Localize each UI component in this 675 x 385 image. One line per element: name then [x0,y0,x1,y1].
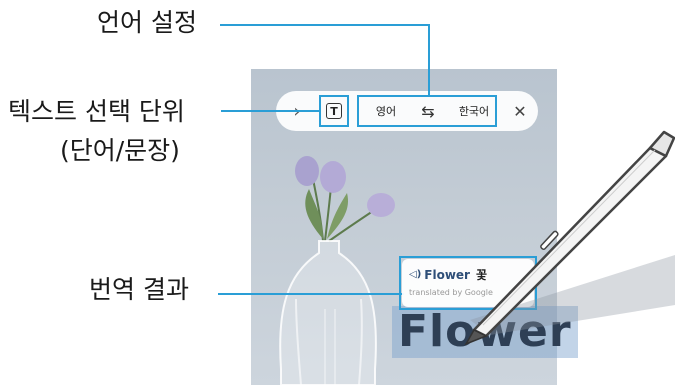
leader-result [218,293,404,295]
text-unit-label-line1: 텍스트 선택 단위 [8,97,185,126]
text-unit-highlight [319,95,349,127]
leader-text-unit [221,110,320,112]
leader-language-h [220,24,430,26]
translation-result-highlight [399,256,537,310]
text-unit-label-line2: (단어/문장) [60,136,180,165]
leader-language-v [428,24,430,96]
translation-result-label: 번역 결과 [89,275,189,304]
selected-image-text[interactable]: Flower [392,306,578,358]
language-settings-highlight [357,95,497,127]
language-settings-label: 언어 설정 [97,8,197,37]
close-icon[interactable]: ✕ [510,101,530,121]
